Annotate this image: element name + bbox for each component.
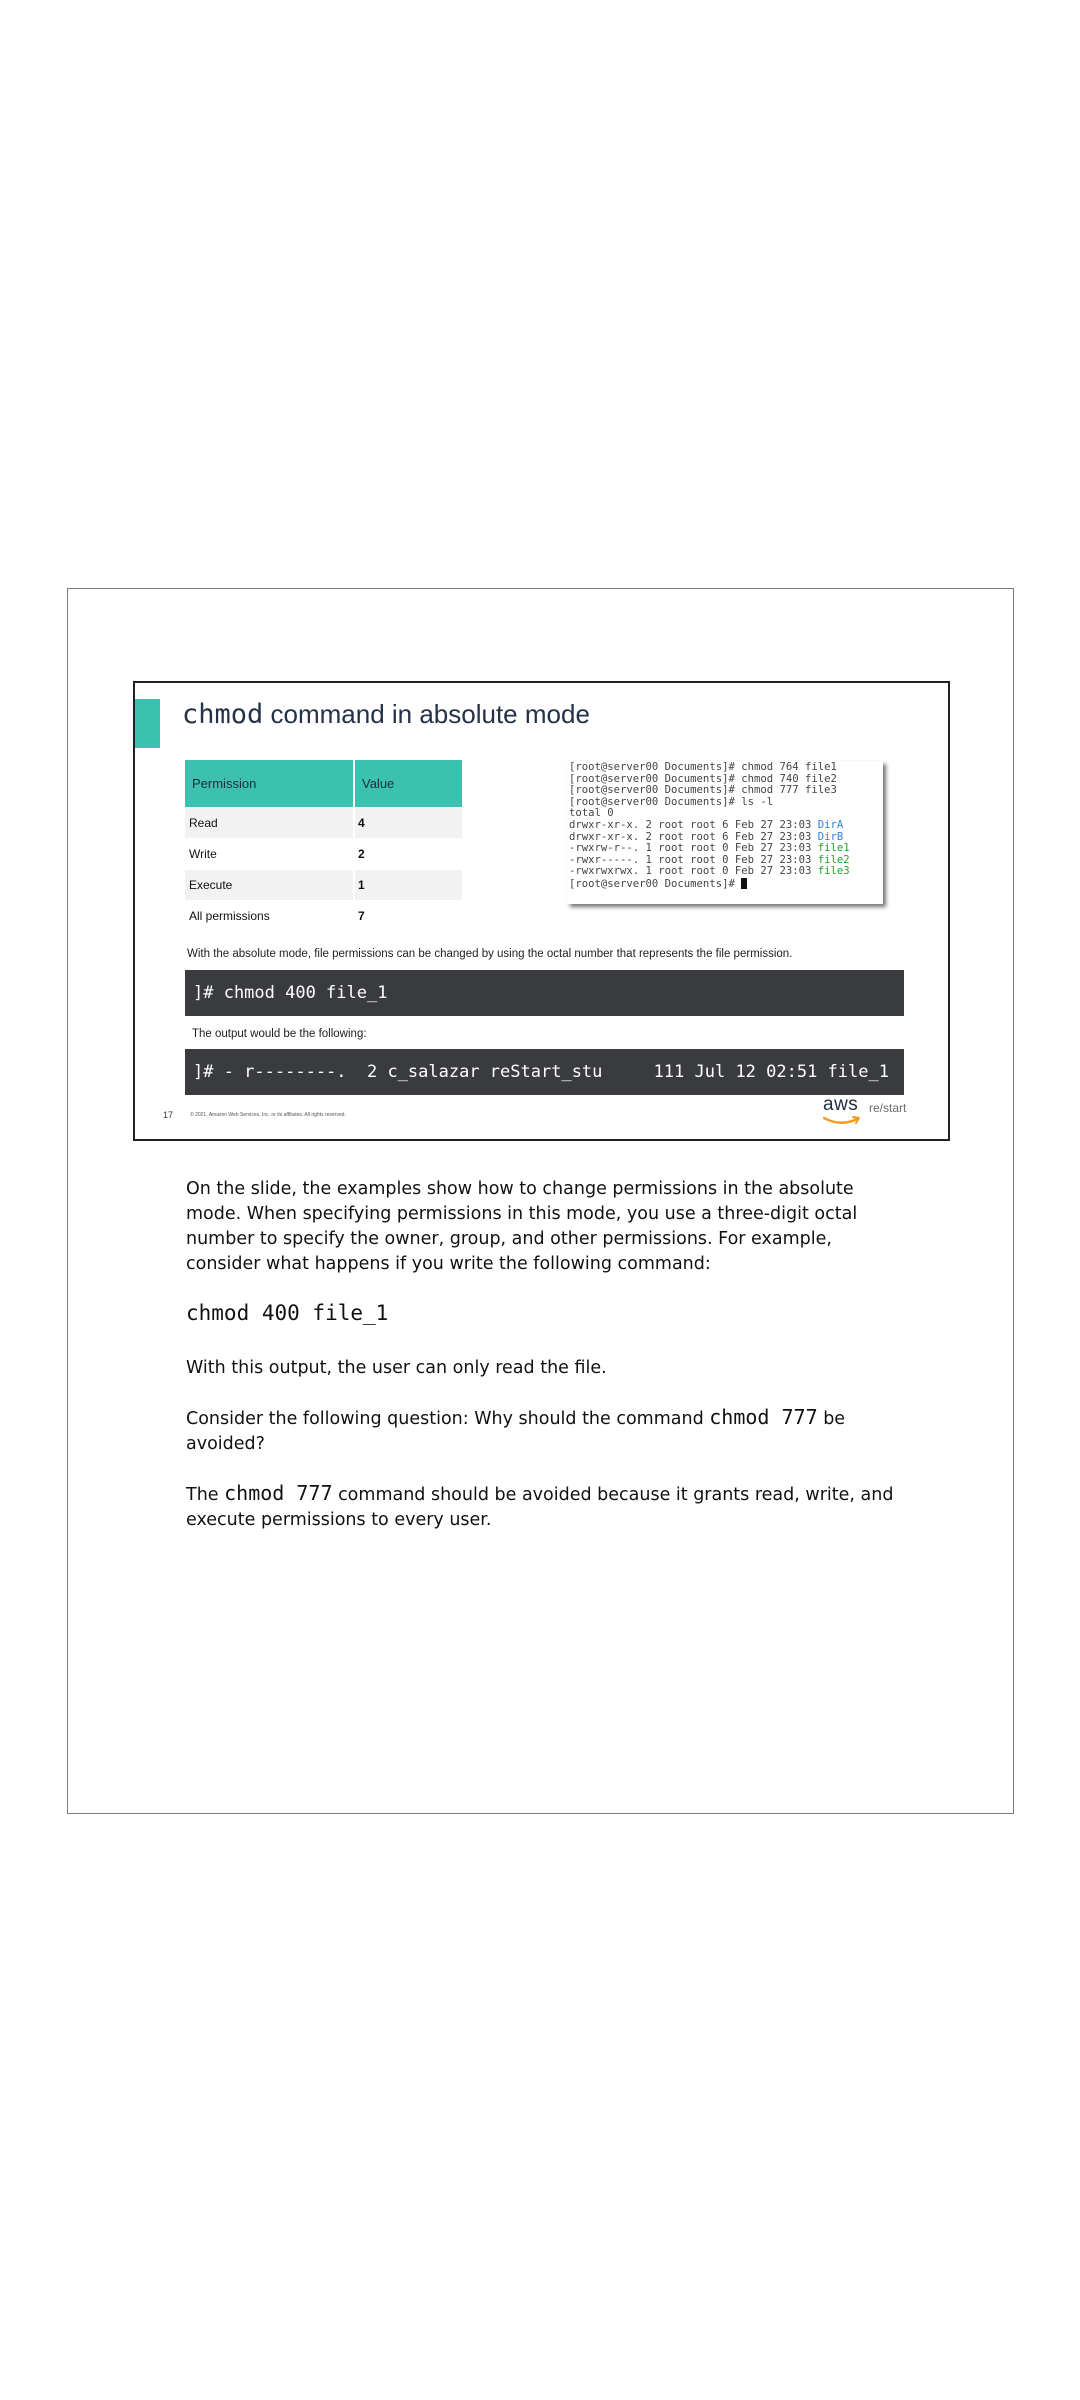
restart-brand: re/start <box>869 1101 907 1115</box>
permission-cell: Read <box>185 807 355 839</box>
value-cell: 7 <box>354 900 464 931</box>
terminal-prompt: [root@server00 Documents]# <box>569 877 742 890</box>
slide-title-command: chmod <box>182 699 264 730</box>
table-row: Read 4 <box>185 807 464 839</box>
intro-text: With the absolute mode, file permissions… <box>187 948 793 960</box>
permission-table: Permission Value Read 4 Write 2 Execute … <box>185 760 464 931</box>
notes-inline-code: chmod 777 <box>709 1405 818 1429</box>
output-label: The output would be the following: <box>192 1028 367 1040</box>
aws-logo: aws <box>822 1094 867 1129</box>
notes-inline-code: chmod 777 <box>224 1481 333 1505</box>
header-permission: Permission <box>185 760 355 808</box>
speaker-notes: On the slide, the examples show how to c… <box>186 1177 906 1557</box>
notes-code: chmod 400 file_1 <box>186 1301 389 1325</box>
notes-paragraph: With this output, the user can only read… <box>186 1358 607 1378</box>
copyright: © 2021, Amazon Web Services, Inc. or its… <box>190 1112 346 1118</box>
listing-prefix: drwxr-xr-x. 2 root root 6 Feb 27 23:03 <box>569 818 818 831</box>
permission-cell: Execute <box>185 869 355 901</box>
value-cell: 1 <box>354 869 464 901</box>
slide-number: 17 <box>163 1110 174 1120</box>
slide-title-text: command in absolute mode <box>263 699 590 729</box>
command-block: ]# chmod 400 file_1 <box>185 970 904 1016</box>
listing-name: file1 <box>817 842 850 855</box>
listing-prefix: drwxr-xr-x. 2 root root 6 Feb 27 23:03 <box>569 830 818 843</box>
aws-smile-icon <box>822 1116 860 1124</box>
cursor-icon <box>741 877 748 889</box>
listing-prefix: -rwxrwxrwx. 1 root root 0 Feb 27 23:03 <box>569 865 818 878</box>
notes-paragraph: On the slide, the examples show how to c… <box>186 1179 858 1274</box>
listing-prefix: -rwxr-----. 1 root root 0 Feb 27 23:03 <box>569 853 818 866</box>
notes-paragraph: The chmod 777 command should be avoided … <box>186 1481 906 1533</box>
output-block: ]# - r--------. 2 c_salazar reStart_stu … <box>185 1049 904 1095</box>
terminal-line: [root@server00 Documents]# chmod 764 fil… <box>569 761 837 773</box>
permission-cell: Write <box>185 838 355 870</box>
value-cell: 2 <box>354 838 464 870</box>
listing-name: DirB <box>817 830 844 843</box>
listing-line: -rwxrwxrwx. 1 root root 0 Feb 27 23:03 f… <box>569 866 883 878</box>
slide: chmod command in absolute mode Permissio… <box>133 681 950 1141</box>
slide-title: chmod command in absolute mode <box>182 699 590 730</box>
value-cell: 4 <box>354 807 464 839</box>
terminal-line: [root@server00 Documents]# ls -l <box>569 795 774 808</box>
table-row: Write 2 <box>185 838 464 870</box>
terminal-prompt-line: [root@server00 Documents]# <box>569 877 883 891</box>
table-row: All permissions 7 <box>185 900 464 931</box>
aws-logo-text: aws <box>823 1094 859 1115</box>
notes-text: Consider the following question: Why sho… <box>186 1409 710 1429</box>
table-row: Execute 1 <box>185 869 464 901</box>
notes-paragraph: Consider the following question: Why sho… <box>186 1405 906 1457</box>
listing-name: file3 <box>817 865 850 878</box>
terminal-screenshot: [root@server00 Documents]# chmod 764 fil… <box>567 761 883 904</box>
permission-cell: All permissions <box>185 900 355 931</box>
notes-text: The <box>186 1485 225 1505</box>
header-value: Value <box>354 760 464 808</box>
permission-table-header: Permission Value <box>185 760 464 808</box>
listing-name: file2 <box>817 853 850 866</box>
accent-bar <box>135 699 160 748</box>
listing-prefix: -rwxrw-r--. 1 root root 0 Feb 27 23:03 <box>569 842 818 855</box>
listing-name: DirA <box>817 818 844 831</box>
